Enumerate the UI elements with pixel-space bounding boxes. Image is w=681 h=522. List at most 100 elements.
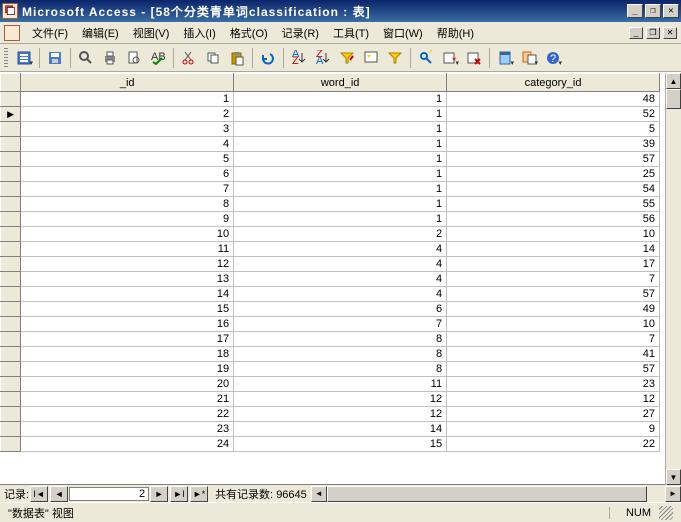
table-row[interactable]: 16710	[1, 317, 660, 332]
scroll-down-button[interactable]: ▼	[666, 469, 681, 485]
hscroll-thumb[interactable]	[327, 486, 647, 502]
row-selector[interactable]	[1, 212, 21, 227]
table-row[interactable]: 10210	[1, 227, 660, 242]
horizontal-scrollbar[interactable]: ◄ ►	[311, 486, 681, 502]
cell[interactable]: 1	[234, 107, 447, 122]
cell[interactable]: 54	[447, 182, 660, 197]
cell[interactable]: 13	[21, 272, 234, 287]
col-category-id[interactable]: category_id	[447, 74, 660, 92]
undo-button[interactable]	[257, 47, 279, 69]
table-row[interactable]: 2152	[1, 107, 660, 122]
table-row[interactable]: 23149	[1, 422, 660, 437]
table-row[interactable]: 9156	[1, 212, 660, 227]
cell[interactable]: 56	[447, 212, 660, 227]
cell[interactable]: 57	[447, 287, 660, 302]
minimize-button[interactable]: _	[627, 4, 643, 18]
cell[interactable]: 9	[21, 212, 234, 227]
cell[interactable]: 1	[234, 137, 447, 152]
cell[interactable]: 20	[21, 377, 234, 392]
cell[interactable]: 8	[234, 362, 447, 377]
save-button[interactable]	[44, 47, 66, 69]
cell[interactable]: 8	[234, 347, 447, 362]
copy-button[interactable]	[202, 47, 224, 69]
cell[interactable]: 41	[447, 347, 660, 362]
table-row[interactable]: 221227	[1, 407, 660, 422]
cell[interactable]: 12	[447, 392, 660, 407]
row-selector[interactable]	[1, 437, 21, 452]
database-button[interactable]	[494, 47, 516, 69]
cell[interactable]: 23	[447, 377, 660, 392]
cell[interactable]: 52	[447, 107, 660, 122]
menu-help[interactable]: 帮助(H)	[431, 23, 480, 43]
help-button[interactable]: ?	[542, 47, 564, 69]
cell[interactable]: 57	[447, 152, 660, 167]
row-selector[interactable]	[1, 317, 21, 332]
menu-file[interactable]: 文件(F)	[26, 23, 74, 43]
restore-button[interactable]: ❐	[645, 4, 661, 18]
sort-asc-button[interactable]: AZ	[288, 47, 310, 69]
cell[interactable]: 7	[234, 317, 447, 332]
row-selector[interactable]	[1, 377, 21, 392]
table-row[interactable]: 1787	[1, 332, 660, 347]
cell[interactable]: 18	[21, 347, 234, 362]
cell[interactable]: 4	[234, 287, 447, 302]
scroll-thumb[interactable]	[666, 89, 681, 109]
row-selector[interactable]	[1, 122, 21, 137]
table-row[interactable]: 315	[1, 122, 660, 137]
cell[interactable]: 17	[447, 257, 660, 272]
row-selector[interactable]	[1, 407, 21, 422]
cell[interactable]: 4	[21, 137, 234, 152]
cell[interactable]: 49	[447, 302, 660, 317]
col-id[interactable]: _id	[21, 74, 234, 92]
first-record-button[interactable]: I◄	[30, 486, 48, 502]
cell[interactable]: 7	[21, 182, 234, 197]
doc-close-button[interactable]: ✕	[663, 27, 677, 39]
cell[interactable]: 1	[234, 182, 447, 197]
cell[interactable]: 4	[234, 272, 447, 287]
row-selector[interactable]	[1, 392, 21, 407]
table-row[interactable]: 201123	[1, 377, 660, 392]
table-row[interactable]: 6125	[1, 167, 660, 182]
close-button[interactable]: ✕	[663, 4, 679, 18]
print-preview-button[interactable]	[123, 47, 145, 69]
cell[interactable]: 24	[21, 437, 234, 452]
resize-grip[interactable]	[659, 506, 673, 520]
row-selector[interactable]	[1, 272, 21, 287]
cell[interactable]: 17	[21, 332, 234, 347]
menu-tools[interactable]: 工具(T)	[327, 23, 375, 43]
cell[interactable]: 4	[234, 242, 447, 257]
menu-format[interactable]: 格式(O)	[224, 23, 274, 43]
data-grid[interactable]: _id word_id category_id 1148215231541395…	[0, 73, 660, 452]
cell[interactable]: 55	[447, 197, 660, 212]
row-selector[interactable]	[1, 422, 21, 437]
table-row[interactable]: 1347	[1, 272, 660, 287]
cell[interactable]: 10	[21, 227, 234, 242]
table-row[interactable]: 8155	[1, 197, 660, 212]
menu-view[interactable]: 视图(V)	[127, 23, 176, 43]
cell[interactable]: 1	[234, 212, 447, 227]
cell[interactable]: 1	[21, 92, 234, 107]
cell[interactable]: 6	[21, 167, 234, 182]
cell[interactable]: 27	[447, 407, 660, 422]
last-record-button[interactable]: ►I	[170, 486, 188, 502]
find-button[interactable]	[415, 47, 437, 69]
cell[interactable]: 14	[234, 422, 447, 437]
doc-icon[interactable]	[4, 25, 20, 41]
cell[interactable]: 3	[21, 122, 234, 137]
spelling-button[interactable]: ABC	[147, 47, 169, 69]
table-row[interactable]: 241522	[1, 437, 660, 452]
row-selector[interactable]	[1, 107, 21, 122]
table-row[interactable]: 4139	[1, 137, 660, 152]
table-row[interactable]: 14457	[1, 287, 660, 302]
cell[interactable]: 19	[21, 362, 234, 377]
row-selector[interactable]	[1, 287, 21, 302]
cell[interactable]: 7	[447, 272, 660, 287]
cell[interactable]: 12	[234, 407, 447, 422]
cell[interactable]: 22	[447, 437, 660, 452]
cell[interactable]: 15	[21, 302, 234, 317]
next-record-button[interactable]: ►	[150, 486, 168, 502]
row-selector[interactable]	[1, 332, 21, 347]
col-word-id[interactable]: word_id	[234, 74, 447, 92]
cell[interactable]: 21	[21, 392, 234, 407]
cell[interactable]: 23	[21, 422, 234, 437]
